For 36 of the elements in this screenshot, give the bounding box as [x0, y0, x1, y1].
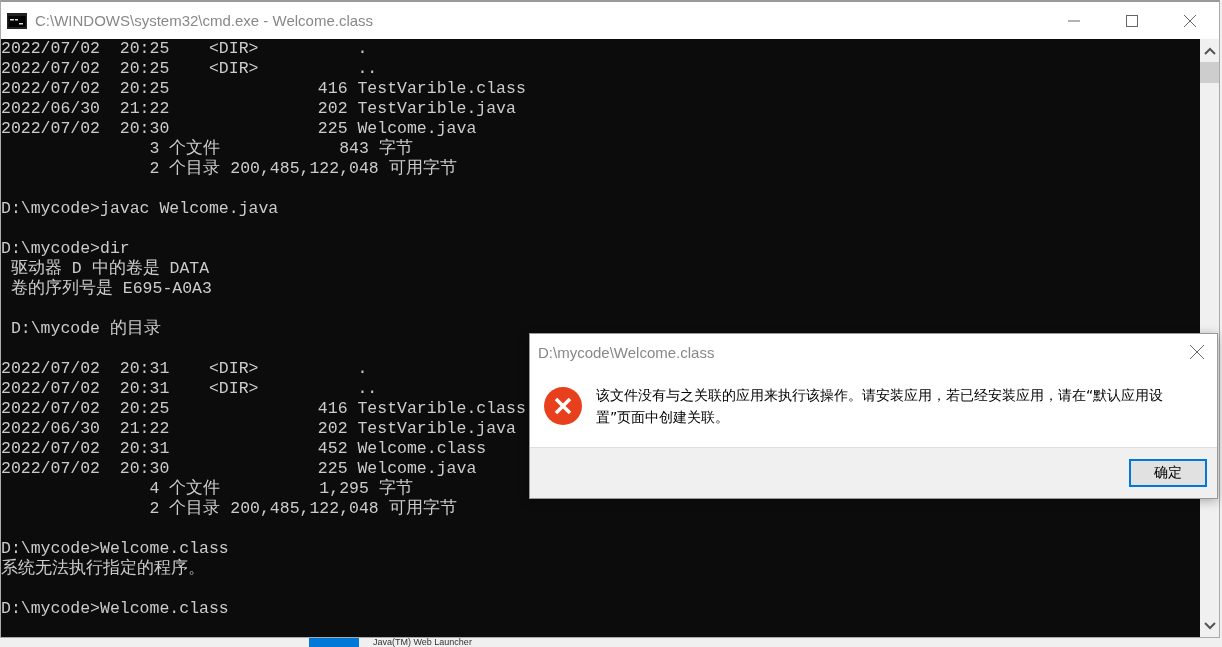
console-line: 3 个文件 843 字节: [148, 139, 413, 159]
window-title: C:\WINDOWS\system32\cmd.exe - Welcome.class: [35, 12, 375, 29]
console-line: 2022/07/02 20:25 <DIR> ..: [1, 59, 378, 79]
console-line: 2022/07/02 20:30 225 Welcome.java: [1, 119, 477, 138]
dialog-title: D:\mycode\Welcome.class: [538, 343, 715, 361]
console-line: D:\mycode>dir: [1, 239, 130, 259]
console-line: 卷的序列号是 E695-A0A3: [9, 279, 212, 299]
error-icon: [544, 387, 582, 425]
console-line: D:\mycode>javac Welcome.java: [1, 199, 279, 219]
console-line: 2022/06/30 21:22 202 TestVarible.java: [1, 99, 516, 119]
console-line: 2022/07/02 20:25 416 TestVarible.class: [1, 399, 526, 419]
close-icon[interactable]: [1184, 14, 1196, 27]
console-line: 驱动器 D 中的卷是 DATA: [9, 259, 210, 278]
close-icon[interactable]: [1190, 345, 1204, 359]
ok-button[interactable]: 确定: [1129, 459, 1207, 487]
console-line: 2 个目录 200,485,122,048 可用字节: [148, 499, 457, 519]
scrollbar-thumb[interactable]: [1200, 62, 1219, 83]
console-line: 2022/07/02 20:25 416 TestVarible.class: [1, 79, 526, 99]
console-line: D:\mycode>Welcome.class: [1, 599, 229, 619]
console-line: 2022/07/02 20:31 <DIR> ..: [1, 379, 378, 399]
console-line: D:\mycode>Welcome.class: [1, 539, 229, 558]
scroll-down-icon[interactable]: [1203, 622, 1216, 630]
console-line: 系统无法执行指定的程序。: [1, 559, 205, 579]
console-line: 2022/06/30 21:22 202 TestVarible.java: [1, 419, 516, 439]
console-line: D:\mycode 的目录: [9, 319, 161, 339]
console-app-icon: [7, 12, 27, 29]
dialog-message: 该文件没有与之关联的应用来执行该操作。请安装应用，若已经安装应用，请在“默认应用设置”页面中创建关联。: [596, 386, 1165, 427]
console-line: 2022/07/02 20:25 <DIR> .: [1, 39, 368, 59]
maximize-icon[interactable]: [1126, 14, 1138, 27]
console-line: 4 个文件 1,295 字节: [148, 479, 413, 499]
scroll-up-icon[interactable]: [1203, 47, 1216, 55]
console-line: 2 个目录 200,485,122,048 可用字节: [148, 159, 457, 179]
console-line: 2022/07/02 20:31 <DIR> .: [1, 359, 368, 379]
console-line: 2022/07/02 20:31 452 Welcome.class: [1, 439, 487, 459]
taskbar-item-label[interactable]: Java(TM) Web Launcher: [373, 638, 472, 647]
console-line: 2022/07/02 20:30 225 Welcome.java: [1, 459, 477, 478]
